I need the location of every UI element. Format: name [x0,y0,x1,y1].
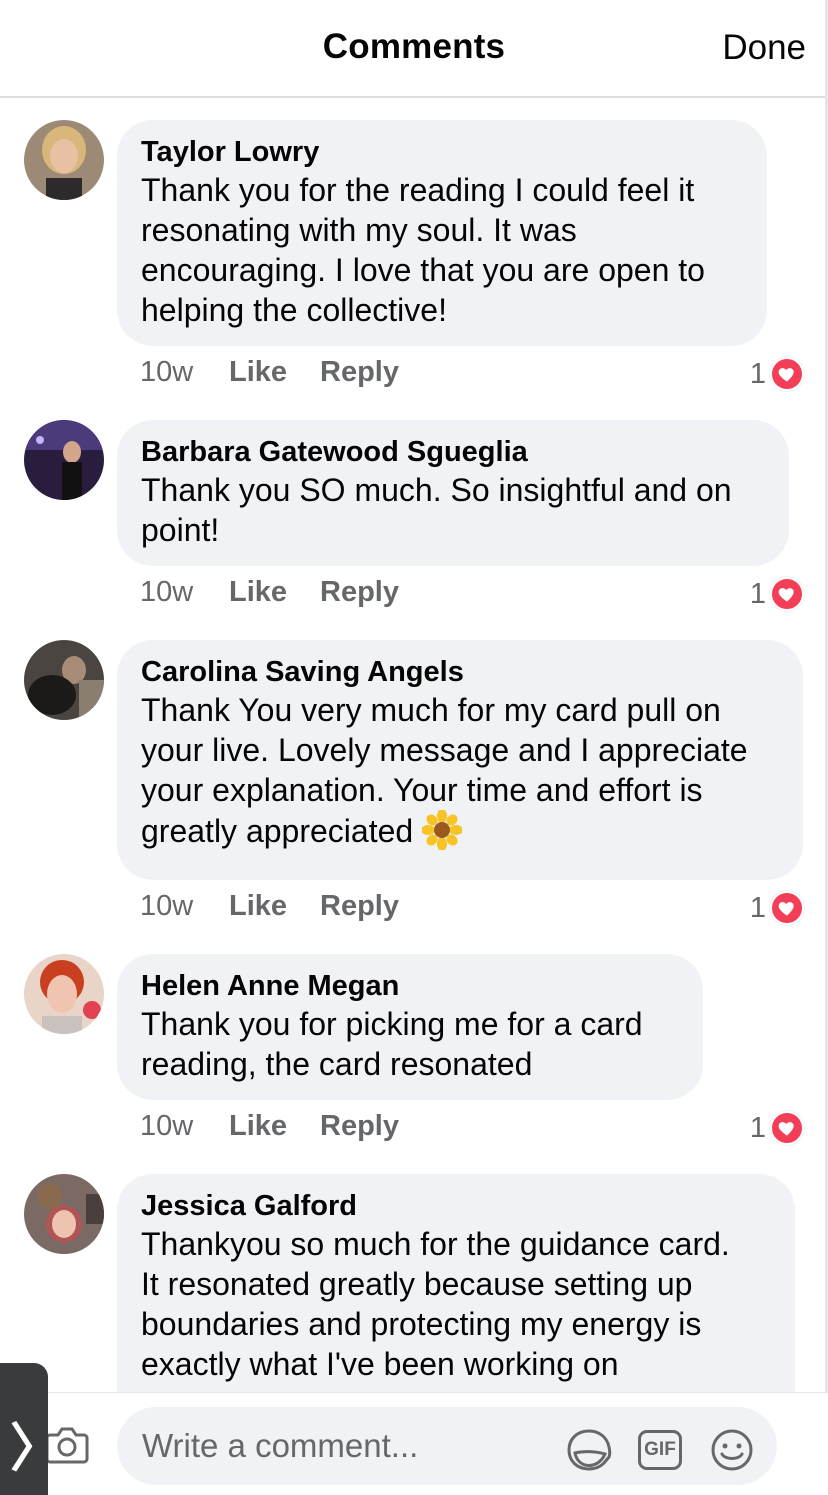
comment-text: Thank you for picking me for a card read… [141,1006,643,1082]
comment-input[interactable]: Write a comment... GIF [117,1407,777,1485]
reaction-summary[interactable]: 1 [750,356,804,392]
like-button[interactable]: Like [229,576,287,609]
comment-text: Thankyou so much for the guidance card. … [141,1226,730,1382]
heart-icon [770,357,804,391]
emoji-icon[interactable] [708,1427,756,1473]
side-panel-tab[interactable]: 〉 [0,1363,62,1495]
reply-button[interactable]: Reply [320,1110,399,1143]
gif-label: GIF [638,1430,682,1470]
comment-bubble: Jessica Galford Thankyou so much for the… [117,1174,795,1392]
reaction-count: 1 [749,577,766,610]
heart-icon [770,577,804,611]
reply-button[interactable]: Reply [320,890,399,923]
reaction-count: 1 [749,891,766,924]
like-button[interactable]: Like [229,1110,287,1143]
comments-list[interactable]: Taylor Lowry Thank you for the reading I… [0,100,828,1392]
comment-bubble: Taylor Lowry Thank you for the reading I… [117,120,767,346]
comment-author[interactable]: Taylor Lowry [141,134,743,170]
reaction-summary[interactable]: 1 [750,890,804,926]
avatar[interactable] [24,120,104,200]
heart-icon [770,1111,804,1145]
comment-author[interactable]: Barbara Gatewood Sgueglia [141,434,765,470]
comments-header: Comments Done [0,0,828,98]
reaction-count: 1 [749,1111,766,1144]
avatar[interactable] [24,954,104,1034]
comment-input-placeholder: Write a comment... [142,1427,419,1464]
comment-time[interactable]: 10w [140,890,193,923]
comment-bubble: Barbara Gatewood Sgueglia Thank you SO m… [117,420,789,566]
reaction-summary[interactable]: 1 [750,576,804,612]
comment-text: Thank you for the reading I could feel i… [141,172,705,328]
like-button[interactable]: Like [229,356,287,389]
comment-time[interactable]: 10w [140,356,193,389]
avatar[interactable] [24,420,104,500]
comment-time[interactable]: 10w [140,1110,193,1143]
chevron-right-icon: 〉 [10,1420,63,1478]
page-title: Comments [322,27,506,66]
comment-time[interactable]: 10w [140,576,193,609]
comment-bubble: Carolina Saving Angels Thank You very mu… [117,640,803,880]
heart-icon [770,891,804,925]
comment-text: Thank you SO much. So insightful and on … [141,472,732,548]
reply-button[interactable]: Reply [320,576,399,609]
avatar[interactable] [24,640,104,720]
sunflower-emoji [421,809,464,851]
comment-author[interactable]: Carolina Saving Angels [141,654,779,690]
comments-screen: Comments Done Taylor Lowry Thank you for… [0,0,828,1495]
comment-author[interactable]: Jessica Galford [141,1188,771,1224]
comment-composer: Write a comment... GIF [0,1392,828,1495]
gif-icon[interactable]: GIF [636,1427,684,1473]
done-button[interactable]: Done [722,28,806,68]
comment-author[interactable]: Helen Anne Megan [141,968,679,1004]
avatar[interactable] [24,1174,104,1254]
like-button[interactable]: Like [229,890,287,923]
comment-text: Thank You very much for my card pull on … [141,690,779,851]
sticker-icon[interactable] [565,1427,613,1473]
reaction-summary[interactable]: 1 [750,1110,804,1146]
comment-bubble: Helen Anne Megan Thank you for picking m… [117,954,703,1100]
reply-button[interactable]: Reply [320,356,399,389]
reaction-count: 1 [749,357,766,390]
